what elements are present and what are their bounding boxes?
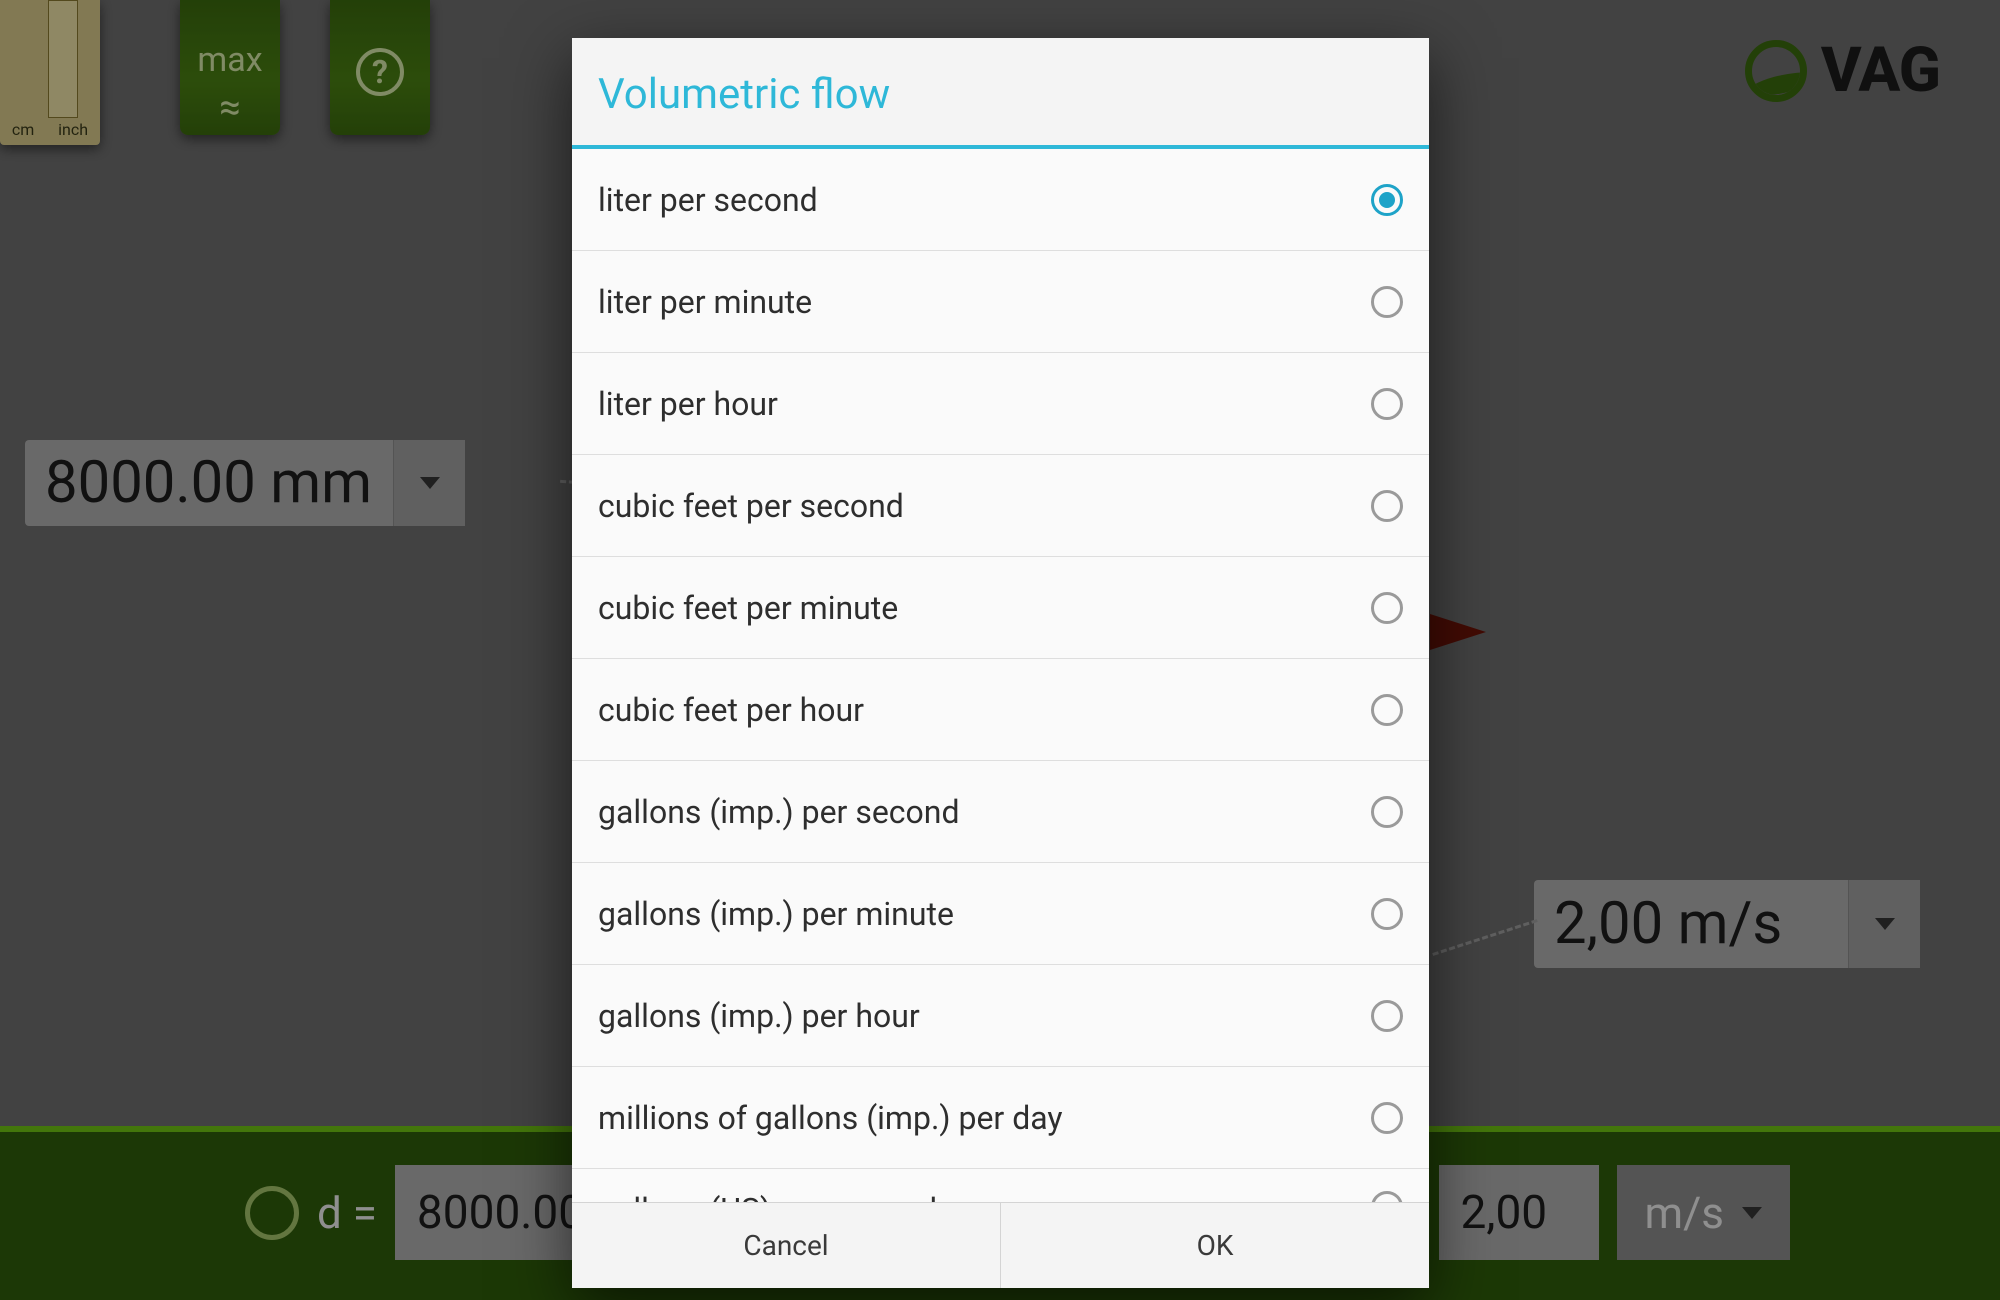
brand-logo: VAG [1745, 34, 1940, 107]
option-label: cubic feet per second [598, 487, 904, 525]
ok-button[interactable]: OK [1001, 1203, 1429, 1288]
wave-icon: ≈ [219, 86, 240, 130]
logo-text: VAG [1821, 34, 1940, 107]
option-row[interactable]: liter per minute [572, 251, 1429, 353]
help-icon: ? [356, 48, 404, 96]
option-label: gallons (imp.) per second [598, 793, 960, 831]
option-row[interactable]: cubic feet per hour [572, 659, 1429, 761]
radio-icon[interactable] [1371, 1102, 1403, 1134]
param-select-d[interactable] [245, 1186, 299, 1240]
help-ribbon[interactable]: ? [330, 0, 430, 135]
max-label: max [197, 40, 262, 80]
radio-icon[interactable] [1371, 184, 1403, 216]
radio-icon[interactable] [1371, 286, 1403, 318]
option-row[interactable]: gallons (imp.) per minute [572, 863, 1429, 965]
diameter-unit-dropdown[interactable] [393, 440, 465, 526]
option-label: gallons (imp.) per hour [598, 997, 920, 1035]
chevron-down-icon [1875, 918, 1895, 930]
volumetric-flow-dialog: Volumetric flow liter per secondliter pe… [572, 38, 1429, 1288]
ruler-labels: cm inch [0, 120, 100, 139]
option-label: liter per second [598, 181, 818, 219]
option-label: gallons (imp.) per minute [598, 895, 954, 933]
radio-icon[interactable] [1371, 490, 1403, 522]
v-input[interactable]: 2,00 [1439, 1165, 1599, 1260]
logo-icon [1745, 40, 1807, 102]
chevron-down-icon [420, 477, 440, 489]
option-row[interactable]: cubic feet per minute [572, 557, 1429, 659]
radio-icon[interactable] [1371, 694, 1403, 726]
option-row[interactable]: gallons (US) per second [572, 1169, 1429, 1202]
velocity-value: 2,00 m/s [1554, 890, 1782, 958]
chevron-down-icon [1742, 1207, 1762, 1219]
option-row[interactable]: liter per hour [572, 353, 1429, 455]
ruler-cm-label: cm [12, 120, 34, 139]
ruler-icon [48, 0, 78, 118]
radio-icon[interactable] [1371, 388, 1403, 420]
cancel-button[interactable]: Cancel [572, 1203, 1001, 1288]
radio-icon[interactable] [1371, 796, 1403, 828]
option-label: cubic feet per hour [598, 691, 864, 729]
diameter-field[interactable]: 8000.00 mm [25, 440, 465, 526]
diameter-value: 8000.00 mm [45, 449, 372, 517]
option-label: liter per hour [598, 385, 778, 423]
max-ribbon[interactable]: max ≈ [180, 0, 280, 135]
option-label: cubic feet per minute [598, 589, 898, 627]
dialog-title: Volumetric flow [572, 38, 1429, 149]
d-prefix: d = [317, 1187, 377, 1239]
dialog-buttons: Cancel OK [572, 1202, 1429, 1288]
v-unit-dropdown[interactable]: m/s [1617, 1165, 1790, 1260]
ruler-ribbon[interactable]: cm inch [0, 0, 100, 145]
ruler-inch-label: inch [58, 120, 88, 139]
radio-icon[interactable] [1371, 1000, 1403, 1032]
option-row[interactable]: liter per second [572, 149, 1429, 251]
flow-arrow-icon [1430, 614, 1486, 650]
diameter-input-row: d = 8000.00 [245, 1165, 606, 1260]
velocity-unit-dropdown[interactable] [1848, 880, 1920, 968]
option-label: liter per minute [598, 283, 812, 321]
option-row[interactable]: cubic feet per second [572, 455, 1429, 557]
options-list[interactable]: liter per second liter per minute liter pe… [572, 149, 1429, 1202]
velocity-input-row: 2,00 m/s [1439, 1165, 1790, 1260]
option-row[interactable]: millions of gallons (imp.) per day [572, 1067, 1429, 1169]
option-label: gallons (US) per second [598, 1191, 937, 1202]
velocity-field[interactable]: 2,00 m/s [1534, 880, 1920, 968]
radio-icon[interactable] [1371, 1191, 1403, 1202]
option-label: millions of gallons (imp.) per day [598, 1099, 1063, 1137]
option-row[interactable]: gallons (imp.) per second [572, 761, 1429, 863]
option-row[interactable]: gallons (imp.) per hour [572, 965, 1429, 1067]
radio-icon[interactable] [1371, 592, 1403, 624]
radio-icon[interactable] [1371, 898, 1403, 930]
